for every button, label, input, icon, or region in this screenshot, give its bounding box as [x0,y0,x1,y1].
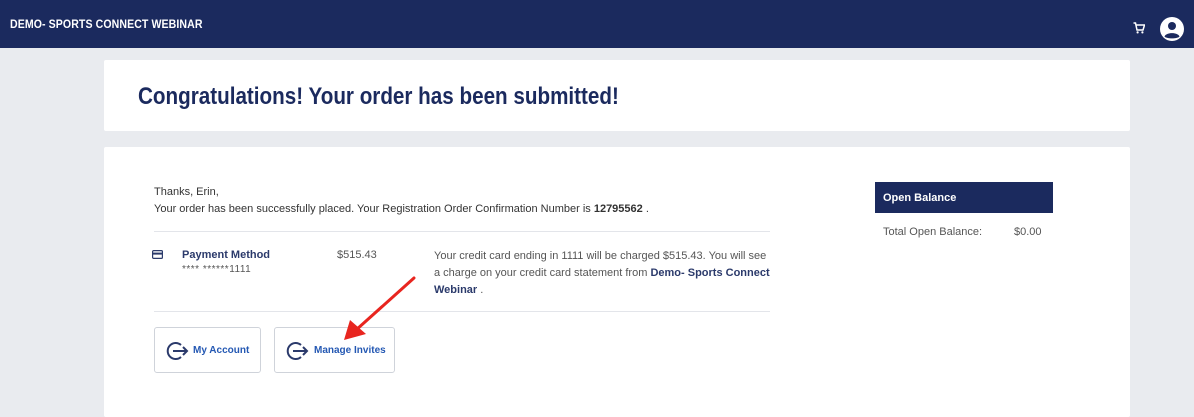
payment-description: Your credit card ending in 1111 will be … [434,248,774,299]
order-placed-message: Your order has been successfully placed.… [154,203,591,215]
total-open-balance-value: $0.00 [1014,226,1042,238]
top-navigation-bar: DEMO- SPORTS CONNECT WEBINAR [0,0,1194,48]
masked-card-number: **** ******1111 [182,264,252,275]
page-title: Congratulations! Your order has been sub… [138,83,619,110]
open-balance-header: Open Balance [875,182,1053,213]
confirmation-number: 12795562 [593,203,643,215]
circle-arrow-right-icon [286,342,309,360]
manage-invites-button[interactable]: Manage Invites [274,327,395,373]
cart-icon[interactable] [1133,22,1145,34]
payment-description-end: . [477,284,484,296]
payment-method-label: Payment Method [182,249,271,261]
my-account-button[interactable]: My Account [154,327,261,373]
confirmation-title-card: Congratulations! Your order has been sub… [104,60,1130,131]
divider [154,231,770,232]
total-open-balance-label: Total Open Balance: [883,226,983,238]
brand-name[interactable]: DEMO- SPORTS CONNECT WEBINAR [10,17,203,31]
my-account-label: My Account [193,345,250,356]
order-period: . [642,203,649,215]
order-summary-card: Thanks, Erin, Your order has been succes… [104,147,1130,417]
circle-arrow-right-icon [166,342,189,360]
manage-invites-label: Manage Invites [314,345,386,356]
payment-amount: $515.43 [337,249,377,261]
greeting-text: Thanks, Erin, [154,186,219,198]
user-circle-icon[interactable] [1160,17,1184,41]
order-placed-text: Your order has been successfully placed.… [154,203,649,215]
credit-card-icon [152,250,163,259]
divider [154,311,770,312]
